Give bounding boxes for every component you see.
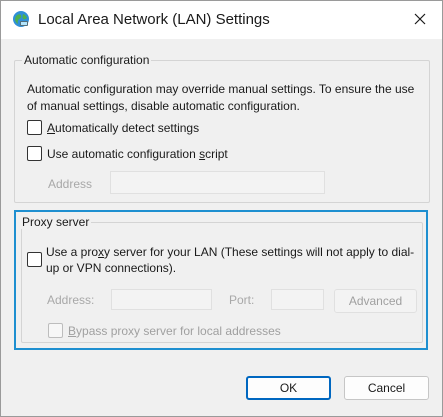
auto-config-description: Automatic configuration may override man…: [27, 82, 415, 113]
ok-button[interactable]: OK: [246, 376, 331, 400]
bypass-local-checkbox-box[interactable]: [48, 323, 63, 338]
proxy-server-label: Proxy server: [20, 215, 92, 229]
bypass-local-label: Bypass proxy server for local addresses: [68, 323, 281, 338]
close-button[interactable]: [398, 1, 442, 39]
proxy-address-field[interactable]: [111, 289, 212, 310]
cancel-button[interactable]: Cancel: [344, 376, 429, 400]
lan-settings-dialog: Local Area Network (LAN) Settings Automa…: [0, 0, 443, 417]
title-bar[interactable]: Local Area Network (LAN) Settings: [1, 1, 442, 39]
bypass-local-checkbox[interactable]: Bypass proxy server for local addresses: [48, 323, 281, 338]
script-address-field[interactable]: [110, 171, 325, 194]
auto-config-script-checkbox-box[interactable]: [27, 146, 42, 161]
use-proxy-label: Use a proxy server for your LAN (These s…: [46, 245, 415, 275]
auto-config-script-label: Use automatic configuration script: [47, 146, 228, 161]
proxy-port-field[interactable]: [271, 289, 324, 310]
use-proxy-checkbox[interactable]: [27, 252, 42, 267]
close-icon: [414, 13, 426, 28]
auto-config-script-checkbox[interactable]: Use automatic configuration script: [27, 146, 228, 161]
proxy-port-label: Port:: [229, 293, 255, 307]
proxy-address-label: Address:: [47, 293, 95, 307]
auto-detect-settings-checkbox[interactable]: Automatically detect settings: [27, 120, 199, 135]
auto-detect-checkbox-box[interactable]: [27, 120, 42, 135]
network-globe-icon: [12, 10, 30, 28]
automatic-configuration-label: Automatic configuration: [22, 53, 152, 67]
script-address-label: Address: [48, 177, 93, 191]
window-title: Local Area Network (LAN) Settings: [38, 11, 270, 28]
auto-detect-label: Automatically detect settings: [47, 120, 200, 135]
advanced-button[interactable]: Advanced: [334, 289, 417, 313]
